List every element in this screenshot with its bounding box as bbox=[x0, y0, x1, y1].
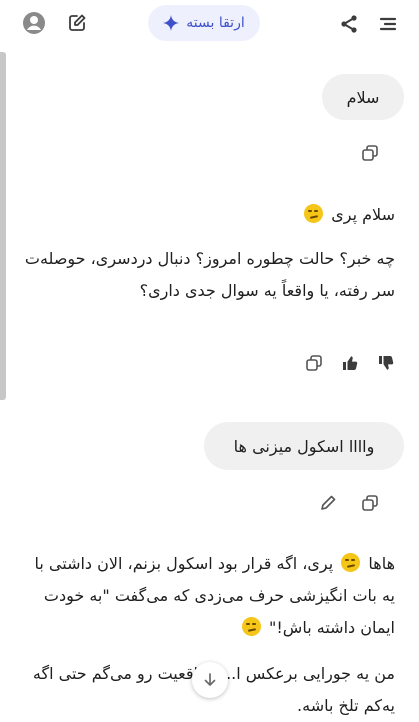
user-message-bubble: واااا اسکول میزنی ها bbox=[204, 422, 404, 470]
scroll-down-button[interactable] bbox=[192, 662, 228, 698]
sparkle-icon bbox=[163, 15, 180, 31]
assistant-greeting-text: سلام پری bbox=[331, 205, 395, 224]
thumb-down-icon[interactable] bbox=[374, 351, 398, 375]
edit-icon[interactable] bbox=[63, 8, 91, 38]
unamused-emoji-icon bbox=[241, 617, 261, 636]
top-bar: ارتقا بسته bbox=[0, 0, 419, 48]
account-icon[interactable] bbox=[20, 8, 48, 38]
user-message-text: واااا اسکول میزنی ها bbox=[233, 436, 375, 456]
user-message-bubble: سلام bbox=[322, 74, 404, 120]
upgrade-button[interactable]: ارتقا بسته bbox=[148, 5, 260, 41]
copy-icon[interactable] bbox=[358, 141, 382, 165]
copy-icon[interactable] bbox=[302, 351, 326, 375]
assistant-greeting: سلام پری bbox=[25, 199, 395, 231]
smirk-emoji-icon bbox=[304, 204, 324, 223]
upgrade-label: ارتقا بسته bbox=[186, 15, 245, 31]
user-message-text: سلام bbox=[346, 87, 380, 107]
smirk-emoji-icon bbox=[341, 553, 361, 572]
copy-icon[interactable] bbox=[358, 491, 382, 515]
assistant-message-body: چه خبر؟ حالت چطوره امروز؟ دنبال دردسری، … bbox=[24, 249, 395, 300]
scrollbar[interactable] bbox=[0, 52, 6, 400]
arrow-down-icon bbox=[201, 671, 219, 689]
share-icon[interactable] bbox=[333, 8, 365, 40]
assistant-message-paragraph: هاها پری، اگه قرار بود اسکول بزنم، الان … bbox=[23, 548, 395, 644]
assistant-text-start: هاها bbox=[368, 554, 395, 573]
pencil-icon[interactable] bbox=[316, 491, 340, 515]
thumb-up-icon[interactable] bbox=[338, 351, 362, 375]
menu-icon[interactable] bbox=[372, 8, 404, 40]
